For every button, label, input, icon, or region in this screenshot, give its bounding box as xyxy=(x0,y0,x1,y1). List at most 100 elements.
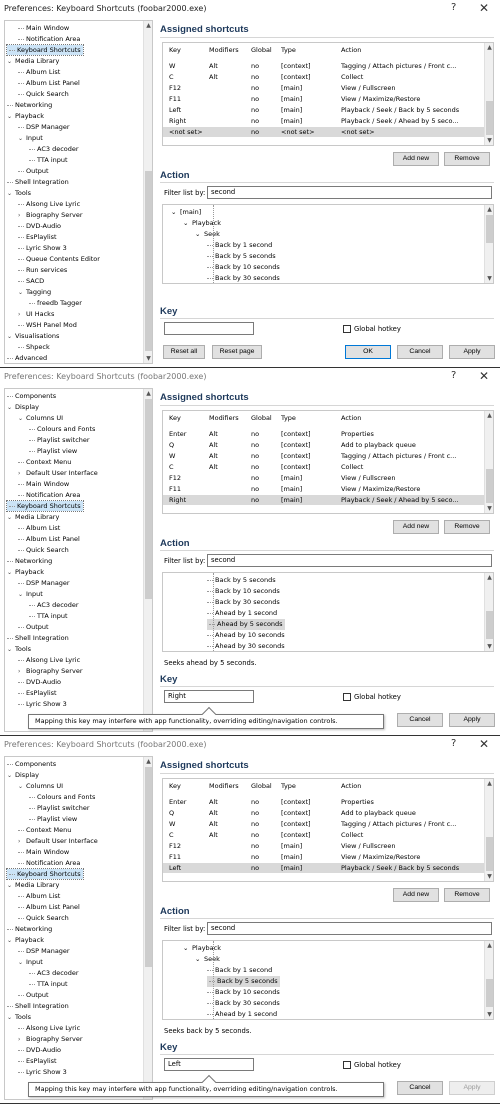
scroll-down-icon[interactable]: ▼ xyxy=(485,642,493,651)
tree-item[interactable]: WSH Panel Mod xyxy=(18,320,77,330)
scroll-thumb[interactable] xyxy=(486,979,493,1007)
scroll-down-icon[interactable]: ▼ xyxy=(144,354,152,363)
table-row[interactable]: Left no [main] Playback / Seek / Back by 5 … xyxy=(163,863,485,873)
action-tree[interactable]: ⌄ [main] ⌄ Playback ⌄ Seek Back by 1 second Bac… xyxy=(162,204,494,284)
tree-item[interactable]: Playlist view xyxy=(29,814,77,824)
tree-item[interactable]: Album List xyxy=(18,523,60,533)
table-row[interactable]: C Alt no [context] Collect xyxy=(163,72,485,82)
global-hotkey-checkbox[interactable] xyxy=(343,693,351,701)
table-row[interactable]: F12 no [main] View / Fullscreen xyxy=(163,473,485,483)
tree-item[interactable]: Networking xyxy=(7,924,52,934)
collapsed-icon[interactable]: › xyxy=(18,310,26,320)
scroll-up-icon[interactable]: ▲ xyxy=(485,411,493,420)
tree-item[interactable]: SACD xyxy=(18,276,44,286)
add-new-button[interactable]: Add new xyxy=(393,152,439,166)
tree-item[interactable]: Queue Contents Editor xyxy=(18,254,100,264)
scroll-down-icon[interactable]: ▼ xyxy=(485,872,493,881)
tree-item[interactable]: ⌄ Tools xyxy=(7,1012,31,1022)
column-header[interactable]: Action xyxy=(341,413,483,423)
expanded-icon[interactable]: ⌄ xyxy=(7,1013,15,1023)
expanded-icon[interactable]: ⌄ xyxy=(7,403,15,413)
column-header[interactable]: Action xyxy=(341,781,483,791)
expanded-icon[interactable]: ⌄ xyxy=(7,189,15,199)
action-tree-item[interactable]: Back by 30 seconds xyxy=(207,998,280,1009)
filter-input[interactable]: second xyxy=(207,554,492,567)
tree-item[interactable]: ⌄ Input xyxy=(18,133,43,143)
action-tree-item[interactable]: Back by 1 second xyxy=(207,240,272,251)
key-input[interactable]: Right xyxy=(164,690,254,703)
scroll-down-icon[interactable]: ▼ xyxy=(485,504,493,513)
scroll-up-icon[interactable]: ▲ xyxy=(485,941,493,950)
collapsed-icon[interactable]: › xyxy=(18,837,26,847)
tree-item[interactable]: TTA input xyxy=(29,611,68,621)
table-scrollbar[interactable]: ▲ ▼ xyxy=(484,411,493,513)
tree-item[interactable]: Alsong Live Lyric xyxy=(18,199,80,209)
tree-item[interactable]: ⌄ Media Library xyxy=(7,880,59,890)
tree-item[interactable]: EsPlaylist xyxy=(18,688,57,698)
column-header[interactable]: Global xyxy=(251,45,275,55)
preferences-tree[interactable]: Components ⌄ Display ⌄ Columns UI Colours and… xyxy=(4,756,153,1100)
global-hotkey-checkbox[interactable] xyxy=(343,1061,351,1069)
global-hotkey-checkbox[interactable] xyxy=(343,325,351,333)
tree-item[interactable]: ⌄ Playback xyxy=(7,567,44,577)
tree-item[interactable]: Main Window xyxy=(18,23,69,33)
filter-input[interactable]: second xyxy=(207,186,492,199)
tree-item[interactable]: ⌄ Display xyxy=(7,402,39,412)
ok-button[interactable]: OK xyxy=(345,345,391,359)
table-row[interactable]: F12 no [main] View / Fullscreen xyxy=(163,83,485,93)
tree-item[interactable]: TTA input xyxy=(29,979,68,989)
collapsed-icon[interactable]: › xyxy=(18,667,26,677)
expanded-icon[interactable]: ⌄ xyxy=(195,229,204,240)
table-row[interactable]: C Alt no [context] Collect xyxy=(163,830,485,840)
action-tree-item[interactable]: Back by 5 seconds xyxy=(207,976,280,987)
expanded-icon[interactable]: ⌄ xyxy=(18,134,26,144)
table-row[interactable]: Right no [main] Playback / Seek / Ahead by … xyxy=(163,116,485,126)
tree-item[interactable]: Playlist switcher xyxy=(29,803,90,813)
action-tree-item[interactable]: ⌄ Seek xyxy=(195,229,220,240)
tree-item[interactable]: › Default User Interface xyxy=(18,468,98,478)
tree-item[interactable]: ⌄ Playback xyxy=(7,111,44,121)
scroll-thumb[interactable] xyxy=(486,837,493,871)
tree-item[interactable]: Quick Search xyxy=(18,545,69,555)
tree-item[interactable]: Context Menu xyxy=(18,457,71,467)
expanded-icon[interactable]: ⌄ xyxy=(18,288,26,298)
scroll-down-icon[interactable]: ▼ xyxy=(485,1010,493,1019)
reset-page-button[interactable]: Reset page xyxy=(212,345,262,359)
collapsed-icon[interactable]: › xyxy=(18,211,26,221)
action-tree[interactable]: ⌄ Playback ⌄ Seek Back by 1 second Back by 5 … xyxy=(162,940,494,1020)
expanded-icon[interactable]: ⌄ xyxy=(7,332,15,342)
tree-item[interactable]: Components xyxy=(7,391,56,401)
tree-item[interactable]: Keyboard Shortcuts xyxy=(6,500,84,512)
scroll-up-icon[interactable]: ▲ xyxy=(485,573,493,582)
scroll-down-icon[interactable]: ▼ xyxy=(485,136,493,145)
apply-button[interactable]: Apply xyxy=(449,345,495,359)
tree-item[interactable]: › Default User Interface xyxy=(18,836,98,846)
tree-item[interactable]: ⌄ Tools xyxy=(7,644,31,654)
cancel-button[interactable]: Cancel xyxy=(397,1081,443,1095)
tree-item[interactable]: ⌄ Display xyxy=(7,770,39,780)
scroll-thumb[interactable] xyxy=(145,399,152,599)
expanded-icon[interactable]: ⌄ xyxy=(18,590,26,600)
tree-item[interactable]: Album List Panel xyxy=(18,902,80,912)
tree-item[interactable]: Networking xyxy=(7,556,52,566)
tree-item[interactable]: Alsong Live Lyric xyxy=(18,1023,80,1033)
help-button[interactable]: ? xyxy=(451,370,456,381)
action-tree-item[interactable]: ⌄ Playback xyxy=(183,943,221,954)
tree-item[interactable]: › Biography Server xyxy=(18,210,83,220)
scroll-thumb[interactable] xyxy=(486,611,493,639)
scroll-thumb[interactable] xyxy=(486,215,493,243)
action-scrollbar[interactable]: ▲ ▼ xyxy=(484,205,493,283)
table-row[interactable]: F12 no [main] View / Fullscreen xyxy=(163,841,485,851)
action-tree-item[interactable]: ⌄ Seek xyxy=(195,954,220,965)
tree-item[interactable]: Components xyxy=(7,759,56,769)
tree-item[interactable]: ⌄ Media Library xyxy=(7,56,59,66)
apply-button[interactable]: Apply xyxy=(449,713,495,727)
tree-item[interactable]: Main Window xyxy=(18,847,69,857)
tree-item[interactable]: › Biography Server xyxy=(18,666,83,676)
tree-item[interactable]: Keyboard Shortcuts xyxy=(6,868,84,880)
tree-item[interactable]: Networking xyxy=(7,100,52,110)
tree-item[interactable]: ⌄ Columns UI xyxy=(18,781,63,791)
column-header[interactable]: Modifiers xyxy=(209,45,247,55)
column-header[interactable]: Type xyxy=(281,45,337,55)
column-header[interactable]: Type xyxy=(281,781,337,791)
